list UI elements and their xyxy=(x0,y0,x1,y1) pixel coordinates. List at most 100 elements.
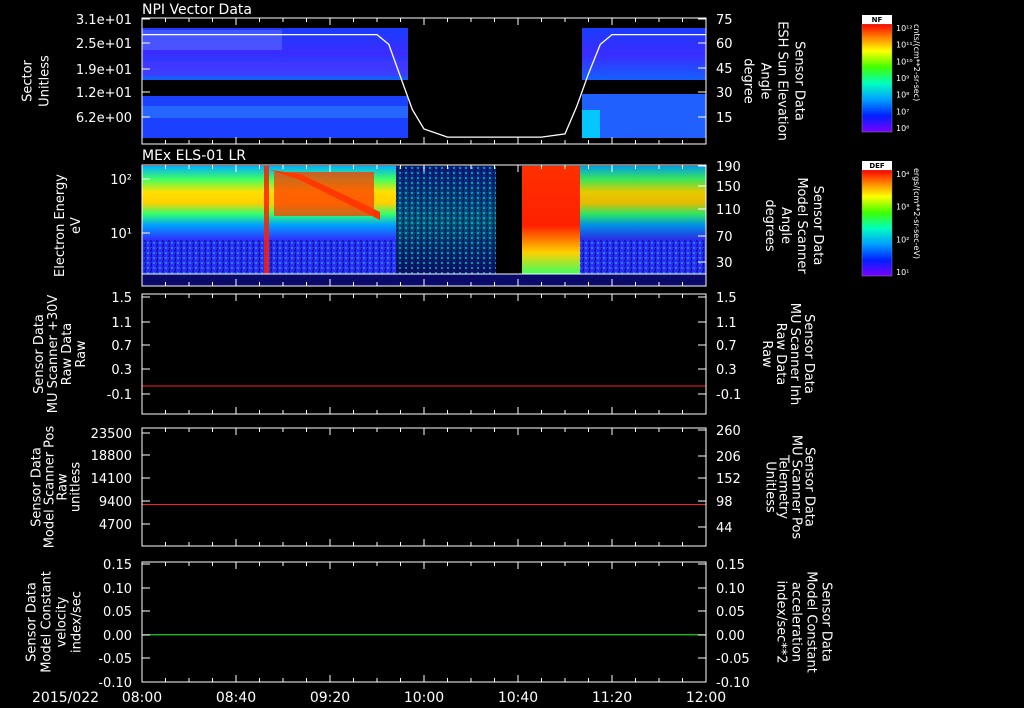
x-tick-label: 08:40 xyxy=(216,690,256,706)
y-label-left-line: Raw Data xyxy=(60,323,75,386)
heat-patch xyxy=(142,106,408,118)
panel-2: MEx ELS-01 LR 10² 10¹ 190 150 110 70 30 Elect… xyxy=(53,148,825,287)
colorbar-1-tick: 10¹⁰ xyxy=(896,57,913,66)
colorbar-2: DEF 10⁴ 10³ 10² 10¹ ergs/(cm**2-sr-sec-eV) xyxy=(861,161,921,277)
y-label-left-line: Sensor Data xyxy=(25,582,40,662)
y-label-left-line: MU Scanner +30V xyxy=(46,295,61,414)
y-tick-left: 3.1e+01 xyxy=(76,13,132,28)
y-tick-left: 0.3 xyxy=(111,363,132,378)
y-tick-right: 190 xyxy=(716,160,741,175)
colorbar-1-label: cnts/(cm**2-sr-sec) xyxy=(912,24,921,101)
panel-1-heatmap xyxy=(142,28,706,138)
colorbar-2-title: DEF xyxy=(869,162,885,170)
y-label-left-line: Sensor Data xyxy=(32,314,47,394)
y-label-right-line: Angle xyxy=(758,63,773,100)
panel-3-frame xyxy=(141,293,707,415)
colorbar-1-tick: 10⁶ xyxy=(896,124,909,133)
y-label-right-line: acceleration xyxy=(789,582,804,662)
y-tick-left: 1.9e+01 xyxy=(76,63,132,78)
y-label-left-line: eV xyxy=(69,217,84,234)
colorbar-2-label: ergs/(cm**2-sr-sec-eV) xyxy=(912,168,921,259)
y-label-left-line: Electron Energy xyxy=(53,174,68,277)
x-tick-label: 10:40 xyxy=(498,690,538,706)
colorbar-1: NF 10¹² 10¹¹ 10¹⁰ 10⁹ 10⁸ 10⁷ 10⁶ cnts/(cm**2-… xyxy=(861,15,921,133)
y-tick-left: 18800 xyxy=(91,449,132,464)
colorbar-1-tick: 10⁹ xyxy=(896,74,909,83)
colorbar-1-tick: 10⁷ xyxy=(896,107,909,116)
x-tick-label: 10:00 xyxy=(404,690,444,706)
y-tick-left: 1.1 xyxy=(111,316,132,331)
date-label: 2015/022 xyxy=(32,690,99,706)
y-label-right-line: index/sec**2 xyxy=(774,580,789,663)
y-tick-right: 30 xyxy=(716,256,733,271)
y-tick-left: 14100 xyxy=(91,472,132,487)
y-tick-right: 15 xyxy=(716,111,733,126)
y-tick-left: 0.15 xyxy=(103,558,132,573)
y-label-right-line: Sensor Data xyxy=(819,582,834,662)
heat-patch xyxy=(582,110,600,138)
colorbar-2-gradient xyxy=(861,169,893,277)
heat-block-upper-right xyxy=(582,28,706,80)
y-label-left-line: Unitless xyxy=(38,55,53,107)
y-tick-right: 0.3 xyxy=(716,363,737,378)
y-tick-left: -0.10 xyxy=(98,676,132,691)
panel-5-frame xyxy=(141,561,707,683)
y-tick-right: 0.05 xyxy=(716,605,745,620)
panel-2-heatmap xyxy=(142,166,706,286)
y-tick-right: -0.10 xyxy=(716,676,750,691)
y-tick-left: 6.2e+00 xyxy=(76,111,132,126)
colorbar-1-tick: 10¹² xyxy=(896,24,913,33)
colorbar-1-title: NF xyxy=(872,16,883,24)
energy-speckle xyxy=(396,166,496,274)
y-label-left-line: Raw xyxy=(74,340,89,368)
y-label-right-line: MU Scanner Inh xyxy=(787,303,802,406)
panel-4-frame xyxy=(141,427,707,547)
y-tick-right: 30 xyxy=(716,86,733,101)
y-label-left-line: velocity xyxy=(55,596,70,647)
colorbar-1-tick: 10⁸ xyxy=(896,91,909,100)
energy-spike xyxy=(264,166,269,274)
panel-1-title: NPI Vector Data xyxy=(142,2,252,18)
y-tick-right: 1.5 xyxy=(716,291,737,306)
colorbar-2-tick: 10¹ xyxy=(896,268,909,277)
y-tick-left: 0.10 xyxy=(103,582,132,597)
x-tick-label: 12:00 xyxy=(686,690,726,706)
y-tick-left: 10² xyxy=(110,173,132,188)
y-tick-right: 110 xyxy=(716,203,741,218)
y-label-right-line: degrees xyxy=(762,199,777,252)
colorbar-2-tick: 10⁴ xyxy=(896,170,909,179)
energy-void xyxy=(496,166,522,274)
y-tick-left: 4700 xyxy=(99,518,132,533)
panel-4: 23500188001410094004700 2602061529844 Se… xyxy=(30,424,817,548)
y-tick-left: 9400 xyxy=(99,495,132,510)
y-tick-left: 1.2e+01 xyxy=(76,86,132,101)
y-label-right-line: Sensor Data xyxy=(792,41,807,121)
y-tick-right: 45 xyxy=(716,62,733,77)
y-tick-right: 152 xyxy=(716,472,741,487)
y-label-right-line: Raw Data xyxy=(773,323,788,386)
y-tick-right: 0.15 xyxy=(716,558,745,573)
y-label-right-line: Sensor Data xyxy=(801,314,816,394)
panel-5: 0.15 0.10 0.05 0.00 -0.05 -0.10 0.15 0.10 0.05 0… xyxy=(25,558,834,691)
y-label-right-line: Model Constant xyxy=(804,571,819,673)
x-tick-label: 11:20 xyxy=(592,690,632,706)
figure: NPI Vector Data 3.1e+01 2.5e+01 1.9e+01 1.2… xyxy=(21,2,922,706)
y-label-right-line: degree xyxy=(741,58,756,104)
y-tick-left: 0.00 xyxy=(103,629,132,644)
y-tick-left: 1.5 xyxy=(111,291,132,306)
panel-3: 1.5 1.1 0.7 0.3 -0.1 1.5 1.1 0.7 0.3 -0.1 Sensor… xyxy=(32,291,816,415)
y-tick-right: 150 xyxy=(716,180,741,195)
panel-1: NPI Vector Data 3.1e+01 2.5e+01 1.9e+01 1.2… xyxy=(21,2,807,145)
y-tick-right: 44 xyxy=(716,521,733,536)
heat-gap xyxy=(582,80,706,94)
y-tick-left: 2.5e+01 xyxy=(76,37,132,52)
y-tick-left: 0.05 xyxy=(103,605,132,620)
y-label-right-line: Sensor Data xyxy=(810,186,825,266)
heat-gap xyxy=(142,80,408,96)
y-tick-right: -0.1 xyxy=(716,388,741,403)
heat-block-lower-right xyxy=(582,94,706,138)
y-label-right-line: Angle xyxy=(778,207,793,244)
y-label-right-line: Unitless xyxy=(763,461,778,513)
colorbar-2-tick: 10³ xyxy=(896,203,909,212)
y-tick-left: -0.1 xyxy=(107,388,132,403)
